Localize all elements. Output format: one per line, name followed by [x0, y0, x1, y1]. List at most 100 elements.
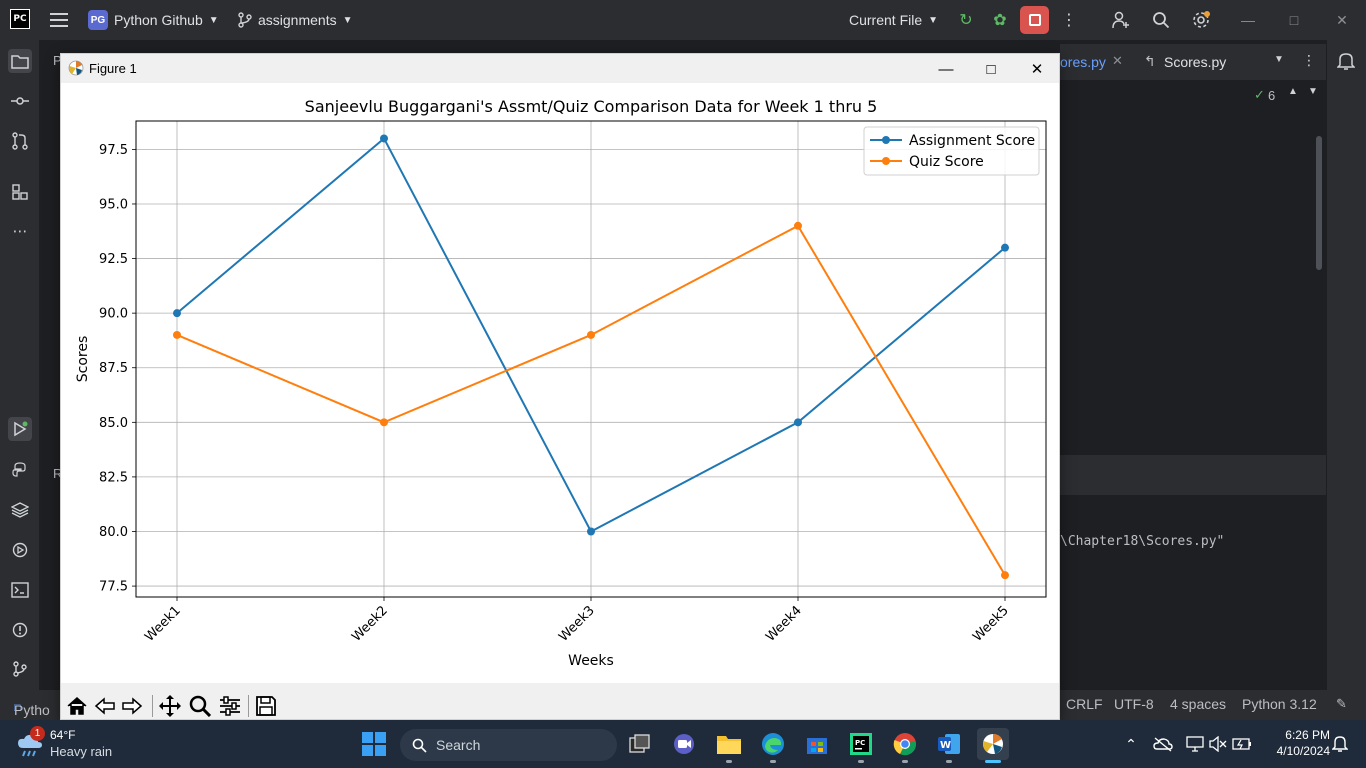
debug-icon[interactable]: ✿ — [990, 10, 1010, 30]
indent-setting[interactable]: 4 spaces — [1170, 696, 1226, 712]
store-icon — [807, 738, 827, 754]
store-button[interactable] — [801, 728, 833, 760]
more-tools-icon[interactable]: ⋯ — [8, 219, 32, 243]
matplotlib-taskbar-button[interactable] — [977, 728, 1009, 763]
task-view-button[interactable] — [624, 728, 656, 760]
search-placeholder: Search — [436, 737, 481, 753]
weather-temp: 64°F — [50, 728, 76, 742]
structure-icon[interactable] — [8, 180, 32, 204]
network-icon[interactable] — [1185, 734, 1205, 754]
settings-gear-icon[interactable] — [1190, 9, 1212, 31]
y-tick-label: 90.0 — [99, 307, 128, 322]
pycharm-taskbar-button[interactable]: PC — [845, 728, 877, 763]
python-console-icon[interactable] — [8, 458, 32, 482]
layers-icon[interactable] — [8, 498, 32, 522]
minimize-icon[interactable]: — — [923, 56, 969, 82]
project-name: Python Github — [114, 12, 203, 28]
search-icon[interactable] — [1150, 9, 1172, 31]
run-config-selector[interactable]: Current File ▼ — [849, 10, 938, 30]
system-clock[interactable]: 6:26 PM 4/10/2024 — [1262, 727, 1330, 759]
file-explorer-button[interactable] — [713, 728, 745, 763]
notifications-icon[interactable] — [1336, 51, 1357, 71]
editor-tab-strip: ores.py ✕ ↰ Scores.py ▼ ⋮ — [1060, 44, 1326, 80]
word-button[interactable]: W — [933, 728, 965, 763]
data-point — [173, 309, 181, 318]
figure-titlebar[interactable]: Figure 1 — □ ✕ — [61, 54, 1059, 83]
y-axis-label: Scores — [75, 336, 91, 383]
forward-arrow-icon[interactable] — [119, 693, 145, 719]
clock-time: 6:26 PM — [1285, 728, 1330, 742]
version-control-icon[interactable] — [8, 657, 32, 681]
home-icon[interactable] — [64, 693, 90, 719]
stop-button[interactable] — [1020, 6, 1049, 34]
battery-icon[interactable] — [1232, 734, 1252, 754]
rerun-icon[interactable]: ↻ — [956, 10, 976, 30]
data-point — [587, 527, 595, 536]
onedrive-icon[interactable] — [1153, 734, 1173, 754]
figure-canvas[interactable]: Sanjeevlu Buggargani's Assmt/Quiz Compar… — [61, 83, 1059, 683]
problems-icon[interactable] — [8, 618, 32, 642]
configure-subplots-icon[interactable] — [217, 693, 243, 719]
figure-window: Figure 1 — □ ✕ Sanjeevlu Buggargani's As… — [60, 53, 1060, 720]
project-folder-icon[interactable] — [8, 49, 32, 73]
zoom-icon[interactable] — [187, 693, 213, 719]
check-icon: ✓ — [1254, 87, 1265, 102]
weather-widget[interactable]: 1 64°F Heavy rain — [14, 726, 124, 762]
matplotlib-logo-icon — [68, 60, 84, 76]
line-separator[interactable]: CRLF — [1066, 696, 1103, 712]
close-icon[interactable]: ✕ — [1112, 53, 1123, 69]
running-indicator — [902, 760, 908, 763]
services-icon[interactable] — [8, 538, 32, 562]
file-encoding[interactable]: UTF-8 — [1114, 696, 1154, 712]
maximize-icon[interactable]: □ — [968, 56, 1014, 82]
project-selector[interactable]: Python Github ▼ — [114, 10, 219, 30]
chevron-up-icon[interactable]: ▲ — [1288, 86, 1298, 97]
tab-scores-active[interactable]: ores.py — [1060, 54, 1106, 70]
maximize-icon[interactable]: □ — [1280, 10, 1308, 30]
commit-icon[interactable] — [8, 89, 32, 113]
project-badge[interactable]: PG — [88, 10, 108, 30]
inspection-count: 6 — [1268, 88, 1276, 103]
add-user-icon[interactable] — [1110, 9, 1132, 31]
more-actions-icon[interactable]: ⋮ — [1058, 9, 1080, 31]
tab-scores[interactable]: Scores.py — [1164, 54, 1226, 70]
pan-icon[interactable] — [157, 693, 183, 719]
toolbar-separator — [248, 695, 249, 717]
figure-title: Figure 1 — [89, 61, 137, 76]
chevron-down-icon[interactable]: ▼ — [1274, 54, 1284, 65]
close-icon[interactable]: ✕ — [1014, 56, 1060, 82]
minimize-icon[interactable]: — — [1234, 10, 1262, 30]
close-icon[interactable]: ✕ — [1328, 10, 1356, 30]
save-icon[interactable] — [253, 693, 279, 719]
volume-muted-icon[interactable] — [1208, 734, 1228, 754]
start-button[interactable] — [358, 728, 390, 760]
data-point — [587, 330, 595, 339]
branch-selector[interactable]: assignments ▼ — [238, 10, 353, 30]
chevron-down-icon[interactable]: ▼ — [1308, 86, 1318, 97]
legend-label: Quiz Score — [909, 154, 984, 170]
editor-scrollbar[interactable] — [1316, 136, 1322, 270]
editor-area[interactable]: ✓ 6 ▲ ▼ — [1060, 80, 1326, 430]
python-interpreter[interactable]: Python 3.12 — [1242, 696, 1317, 712]
legend-label: Assignment Score — [909, 133, 1035, 149]
data-point — [380, 418, 388, 427]
run-config-label: Current File — [849, 12, 923, 28]
notification-bell-icon[interactable] — [1330, 734, 1350, 754]
run-icon[interactable] — [8, 417, 32, 441]
run-console[interactable]: \Chapter18\Scores.py" — [1060, 495, 1326, 690]
data-point — [794, 418, 802, 427]
edge-browser-button[interactable] — [757, 728, 789, 763]
chrome-button[interactable] — [889, 728, 921, 763]
main-menu-icon[interactable] — [50, 10, 68, 30]
lock-icon[interactable]: ✎ — [1336, 696, 1347, 712]
more-actions-icon[interactable]: ⋮ — [1302, 52, 1316, 69]
taskbar-search[interactable]: Search — [400, 729, 617, 761]
terminal-icon[interactable] — [8, 578, 32, 602]
chevron-up-icon[interactable]: ⌃ — [1121, 734, 1141, 754]
back-arrow-icon[interactable] — [92, 693, 118, 719]
search-icon — [412, 738, 427, 753]
run-panel-header — [1060, 455, 1326, 495]
teams-meet-button[interactable] — [669, 728, 701, 760]
y-tick-label: 97.5 — [99, 143, 128, 158]
pull-requests-icon[interactable] — [8, 129, 32, 153]
